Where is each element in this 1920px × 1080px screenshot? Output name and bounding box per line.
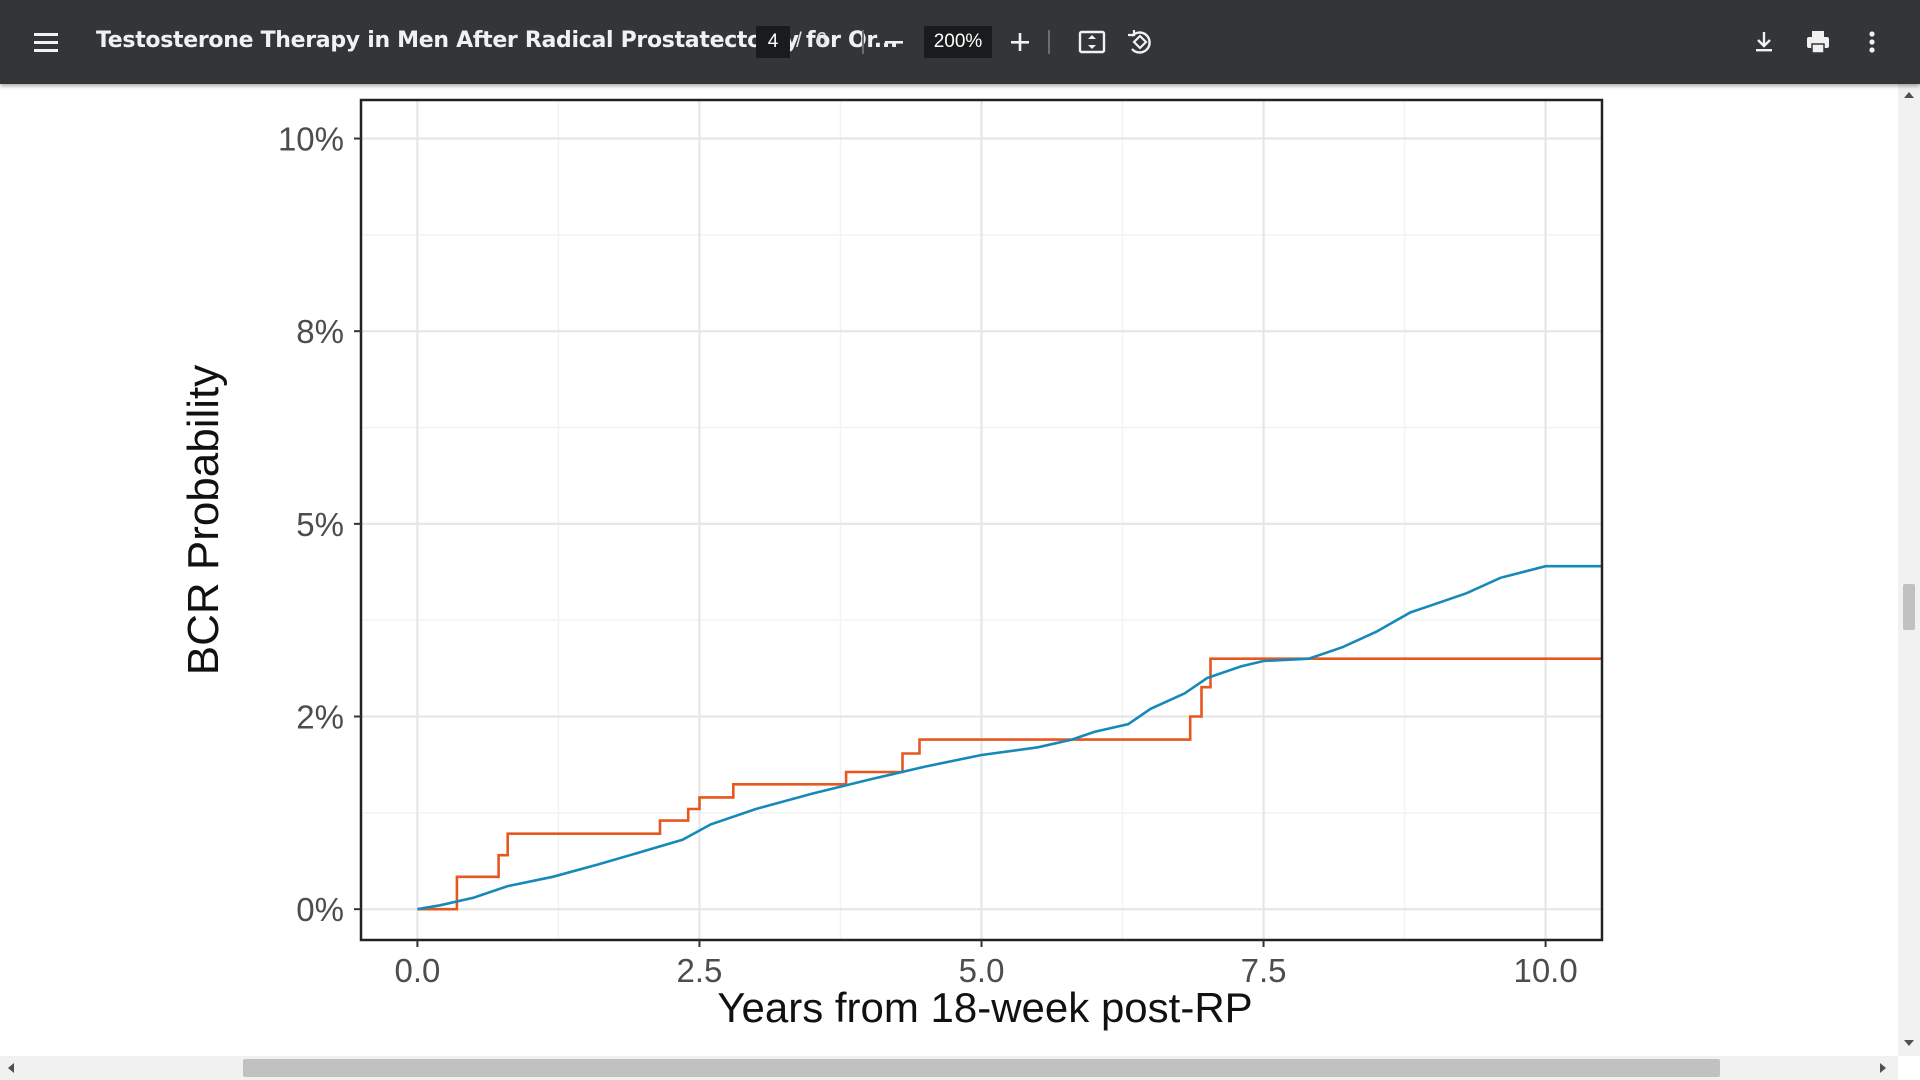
horizontal-scrollbar[interactable] <box>0 1056 1898 1080</box>
vertical-scroll-thumb[interactable] <box>1903 584 1915 630</box>
fit-page-icon[interactable] <box>1072 22 1112 62</box>
rotate-icon[interactable] <box>1120 22 1160 62</box>
page-number-input[interactable]: 4 <box>756 26 790 58</box>
pdf-viewer-page: 0.0 2.5 5.0 7.5 10.0 0% 2% 5% 8% 10% BCR Probabil… <box>0 84 1898 1056</box>
pdf-toolbar: Testosterone Therapy in Men After Radica… <box>0 0 1920 84</box>
y-tick-label: 8% <box>296 313 344 350</box>
page-total: 6 <box>816 29 828 51</box>
y-tick-label: 0% <box>296 891 344 928</box>
toolbar-divider <box>1048 30 1050 54</box>
scroll-down-icon[interactable] <box>1904 1040 1914 1046</box>
x-tick-label: 0.0 <box>394 952 440 989</box>
series-line-2 <box>417 564 1602 911</box>
bcr-probability-chart: 0.0 2.5 5.0 7.5 10.00%2%5%8%10% BCR Probabil… <box>179 98 1604 1031</box>
y-tick-label: 5% <box>296 506 344 543</box>
vertical-scrollbar[interactable] <box>1898 84 1920 1056</box>
horizontal-scroll-thumb[interactable] <box>243 1059 1720 1077</box>
scroll-left-icon[interactable] <box>8 1063 14 1073</box>
x-tick-label: 10.0 <box>1513 952 1577 989</box>
y-tick-label: 2% <box>296 699 344 736</box>
zoom-out-icon[interactable] <box>874 22 914 62</box>
download-icon[interactable] <box>1744 22 1784 62</box>
zoom-in-icon[interactable] <box>1000 22 1040 62</box>
hamburger-menu-icon[interactable] <box>30 24 66 60</box>
y-tick-label: 10% <box>278 121 344 158</box>
page-separator: / <box>796 29 802 52</box>
print-icon[interactable] <box>1798 22 1838 62</box>
scroll-up-icon[interactable] <box>1904 92 1914 98</box>
scroll-right-icon[interactable] <box>1880 1063 1886 1073</box>
x-axis-label: Years from 18-week post-RP <box>717 984 1252 1031</box>
y-axis-label: BCR Probability <box>179 365 228 676</box>
series-line-1 <box>417 657 1602 911</box>
toolbar-divider <box>862 30 864 54</box>
x-tick-label: 2.5 <box>677 952 723 989</box>
more-options-icon[interactable] <box>1852 22 1892 62</box>
zoom-level-input[interactable]: 200% <box>924 26 992 58</box>
